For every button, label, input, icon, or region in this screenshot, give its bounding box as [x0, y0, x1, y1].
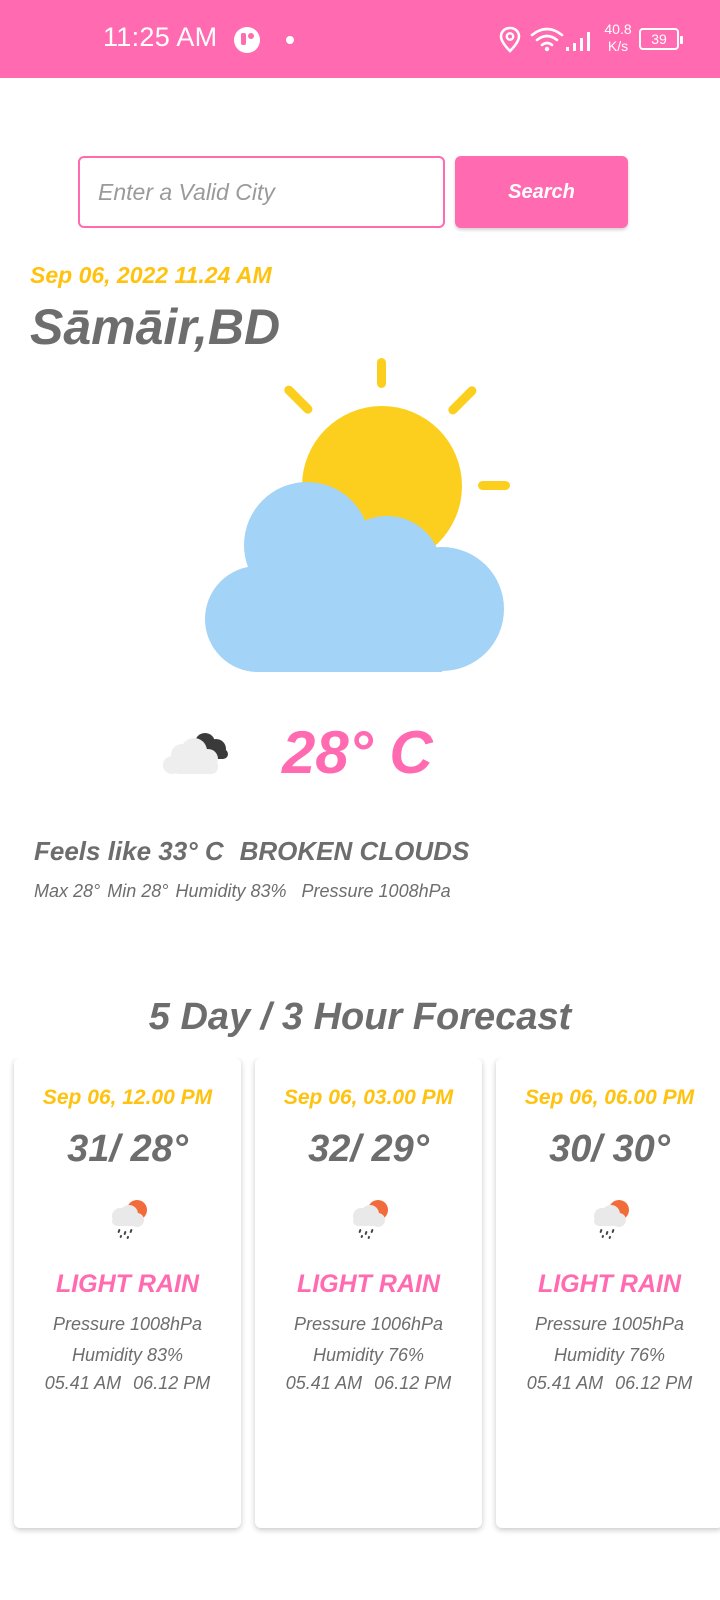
current-temperature: 28° C [282, 719, 433, 786]
city-search-input[interactable] [78, 156, 445, 228]
forecast-card[interactable]: Sep 06, 12.00 PM 31/ 28° LIGHT RAIN Pres… [14, 1058, 241, 1528]
location-icon [499, 26, 521, 53]
sunrise-time: 05.41 AM [44, 1373, 122, 1393]
network-speed: 40.8 K/s [603, 21, 633, 55]
notification-dot-icon [286, 36, 294, 44]
forecast-time: Sep 06, 03.00 PM [283, 1086, 454, 1109]
network-speed-unit: K/s [607, 38, 629, 54]
sunrise-time: 05.41 AM [526, 1373, 604, 1393]
pressure: Pressure 1008hPa [301, 881, 451, 901]
forecast-condition: LIGHT RAIN [55, 1270, 200, 1298]
humidity: Humidity 83% [175, 881, 287, 901]
current-datetime: Sep 06, 2022 11.24 AM [30, 262, 272, 288]
sunset-time: 06.12 PM [133, 1373, 211, 1393]
forecast-carousel[interactable]: Sep 06, 12.00 PM 31/ 28° LIGHT RAIN Pres… [0, 1058, 720, 1538]
forecast-sun-times: 05.41 AM 06.12 PM [14, 1373, 241, 1394]
forecast-pressure: Pressure 1006hPa [293, 1314, 444, 1334]
forecast-time: Sep 06, 06.00 PM [524, 1086, 695, 1109]
forecast-temp: 30/ 30° [549, 1128, 670, 1170]
min-temp: Min 28° [107, 881, 169, 901]
signal-icon [566, 32, 590, 51]
forecast-pressure: Pressure 1008hPa [52, 1314, 203, 1334]
forecast-humidity: Humidity 83% [71, 1345, 184, 1365]
forecast-card[interactable]: Sep 06, 03.00 PM 32/ 29° LIGHT RAIN Pres… [255, 1058, 482, 1528]
sun-behind-cloud-icon [205, 358, 510, 672]
search-button[interactable]: Search [455, 156, 628, 228]
forecast-humidity: Humidity 76% [553, 1345, 666, 1365]
city-name: Sāmāir,BD [30, 299, 281, 355]
sunset-time: 06.12 PM [615, 1373, 693, 1393]
sunset-time: 06.12 PM [374, 1373, 452, 1393]
forecast-condition: LIGHT RAIN [537, 1270, 682, 1298]
forecast-card[interactable]: Sep 06, 06.00 PM 30/ 30° LIGHT RAIN Pres… [496, 1058, 720, 1528]
max-temp: Max 28° [34, 881, 101, 901]
sunrise-time: 05.41 AM [285, 1373, 363, 1393]
forecast-sun-times: 05.41 AM 06.12 PM [496, 1373, 720, 1394]
light-rain-icon [112, 1200, 147, 1239]
light-rain-icon [594, 1200, 629, 1239]
status-bar: 11:25 AM 40.8 K/s 39 [0, 0, 720, 78]
forecast-humidity: Humidity 76% [312, 1345, 425, 1365]
forecast-title: 5 Day / 3 Hour Forecast [148, 996, 572, 1038]
battery-icon: 39 [639, 28, 683, 50]
status-time: 11:25 AM [103, 22, 218, 52]
battery-level: 39 [651, 31, 667, 47]
app-notification-icon [234, 27, 260, 53]
forecast-time: Sep 06, 12.00 PM [42, 1086, 213, 1109]
weather-condition: BROKEN CLOUDS [239, 836, 470, 866]
forecast-temp: 32/ 29° [308, 1128, 429, 1170]
weather-details: Max 28° Min 28° Humidity 83% Pressure 1008h… [34, 881, 458, 902]
network-speed-value: 40.8 [604, 21, 632, 37]
forecast-pressure: Pressure 1005hPa [534, 1314, 685, 1334]
wifi-icon [530, 27, 564, 52]
broken-clouds-icon [163, 733, 228, 774]
forecast-condition: LIGHT RAIN [296, 1270, 441, 1298]
feels-like-row: Feels like 33° C BROKEN CLOUDS [34, 836, 485, 867]
forecast-sun-times: 05.41 AM 06.12 PM [255, 1373, 482, 1394]
light-rain-icon [353, 1200, 388, 1239]
forecast-temp: 31/ 28° [67, 1128, 188, 1170]
feels-like-text: Feels like 33° C [34, 836, 224, 866]
